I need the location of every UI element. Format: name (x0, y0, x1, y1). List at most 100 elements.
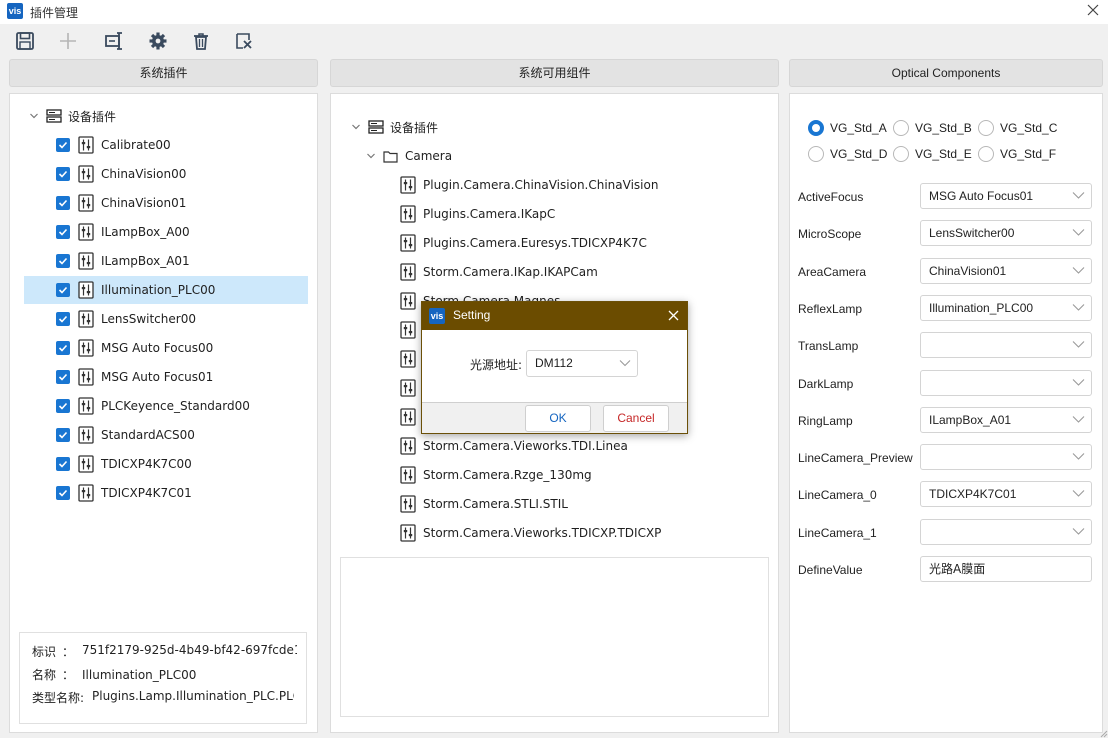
radio-option[interactable]: VG_Std_E (893, 146, 972, 162)
property-label: ActiveFocus (798, 190, 864, 204)
component-item-label: Plugins.Camera.IKapC (423, 207, 556, 221)
radio-button[interactable] (808, 146, 824, 162)
radio-label: VG_Std_F (1000, 147, 1057, 161)
plugin-tree-item[interactable]: MSG Auto Focus01 (56, 363, 213, 391)
middle-tree-root[interactable]: 设备插件 (350, 113, 438, 141)
radio-button[interactable] (808, 120, 824, 136)
component-tree-item[interactable]: Plugins.Camera.IKapC (400, 200, 555, 228)
ok-button[interactable]: OK (525, 405, 591, 432)
clear-button[interactable] (232, 29, 256, 53)
component-tree-item[interactable]: Plugins.Camera.Euresys.TDICXP4K7C (400, 229, 647, 257)
plugin-tree-item[interactable]: ILampBox_A00 (56, 218, 190, 246)
chevron-down-icon (1072, 341, 1085, 348)
component-item-label: Plugin.Camera.ChinaVision.ChinaVision (423, 178, 659, 192)
add-button[interactable] (56, 29, 80, 53)
chevron-down-icon (1072, 304, 1085, 311)
check-icon (58, 373, 68, 381)
checkbox[interactable] (56, 196, 70, 210)
property-select[interactable]: LensSwitcher00 (920, 220, 1092, 247)
component-tree-item[interactable]: Storm.Camera.Vieworks.TDICXP.TDICXP (400, 519, 661, 547)
component-tree-item[interactable]: Plugin.Camera.ChinaVision.ChinaVision (400, 171, 658, 199)
chevron-down-icon[interactable] (365, 150, 377, 162)
radio-button[interactable] (978, 146, 994, 162)
checkbox[interactable] (56, 486, 70, 500)
delete-button[interactable] (189, 29, 213, 53)
plugin-icon (78, 281, 94, 299)
plugin-item-label: PLCKeyence_Standard00 (101, 399, 250, 413)
chevron-down-icon (1072, 266, 1085, 274)
property-select[interactable]: Illumination_PLC00 (920, 294, 1092, 321)
radio-label: VG_Std_A (830, 121, 887, 135)
property-select[interactable] (920, 444, 1092, 471)
property-select[interactable]: MSG Auto Focus01 (920, 183, 1092, 209)
plugin-tree-item[interactable]: Illumination_PLC00 (24, 276, 308, 304)
component-tree-item[interactable] (400, 374, 423, 402)
component-tree-item[interactable] (400, 403, 423, 431)
checkbox[interactable] (56, 225, 70, 239)
component-tree-item[interactable]: Storm.Camera.Vieworks.TDI.Linea (400, 432, 628, 460)
plugin-tree-item[interactable]: MSG Auto Focus00 (56, 334, 213, 362)
plugin-tree-item[interactable]: ChinaVision00 (56, 160, 186, 188)
component-tree-item[interactable] (400, 345, 423, 373)
left-tree-root[interactable]: 设备插件 (28, 102, 116, 130)
checkbox[interactable] (56, 341, 70, 355)
folder-icon (383, 150, 398, 163)
optical-components-header: Optical Components (789, 59, 1103, 87)
plugin-tree-item[interactable]: ChinaVision01 (56, 189, 186, 217)
checkbox[interactable] (56, 457, 70, 471)
checkbox[interactable] (56, 312, 70, 326)
radio-button[interactable] (978, 120, 994, 136)
server-icon (368, 120, 384, 134)
save-button[interactable] (13, 29, 37, 53)
radio-option[interactable]: VG_Std_F (978, 146, 1056, 162)
property-value: TDICXP4K7C01 (929, 487, 1017, 502)
plugin-tree-item[interactable]: StandardACS00 (56, 421, 195, 449)
property-select[interactable] (920, 518, 1092, 545)
checkbox[interactable] (56, 283, 70, 297)
radio-option[interactable]: VG_Std_D (808, 146, 887, 162)
light-address-select[interactable]: DM112 (526, 350, 638, 377)
plugin-item-label: Illumination_PLC00 (101, 283, 216, 297)
property-select[interactable] (920, 332, 1092, 359)
plugin-tree-item[interactable]: PLCKeyence_Standard00 (56, 392, 250, 420)
checkbox[interactable] (56, 399, 70, 413)
edit-button[interactable] (102, 29, 126, 53)
property-select[interactable]: ILampBox_A01 (920, 406, 1092, 433)
plugin-item-label: ILampBox_A00 (101, 225, 190, 239)
camera-folder[interactable]: Camera (365, 142, 452, 170)
app-icon: vis (7, 3, 23, 19)
plugin-tree-item[interactable]: ILampBox_A01 (56, 247, 190, 275)
cancel-button[interactable]: Cancel (603, 405, 669, 432)
property-select[interactable]: TDICXP4K7C01 (920, 481, 1092, 508)
plugin-tree-item[interactable]: TDICXP4K7C01 (56, 479, 192, 507)
checkbox[interactable] (56, 167, 70, 181)
chevron-down-icon (1072, 415, 1085, 423)
radio-option[interactable]: VG_Std_A (808, 120, 887, 136)
resize-grip-icon[interactable] (1098, 728, 1108, 738)
plugin-tree-item[interactable]: Calibrate00 (56, 131, 171, 159)
plugin-tree-item[interactable]: TDICXP4K7C00 (56, 450, 192, 478)
chevron-down-icon[interactable] (350, 121, 362, 133)
checkbox[interactable] (56, 428, 70, 442)
chevron-down-icon (1072, 527, 1085, 535)
dialog-close-button[interactable] (663, 306, 683, 326)
property-select[interactable] (920, 369, 1092, 396)
radio-button[interactable] (893, 120, 909, 136)
chevron-down-icon[interactable] (28, 110, 40, 122)
component-tree-item[interactable]: Storm.Camera.IKap.IKAPCam (400, 258, 598, 286)
settings-button[interactable] (146, 29, 170, 53)
plugin-item-label: ILampBox_A01 (101, 254, 190, 268)
component-tree-item[interactable]: Storm.Camera.STLI.STIL (400, 490, 568, 518)
property-select[interactable]: ChinaVision01 (920, 257, 1092, 284)
component-tree-item[interactable]: Storm.Camera.Rzge_130mg (400, 461, 592, 489)
close-window-button[interactable] (1084, 2, 1102, 20)
radio-button[interactable] (893, 146, 909, 162)
checkbox[interactable] (56, 254, 70, 268)
plugin-tree-item[interactable]: LensSwitcher00 (56, 305, 196, 333)
checkbox[interactable] (56, 370, 70, 384)
define-value-input[interactable]: 光路A膜面 (920, 556, 1092, 582)
radio-option[interactable]: VG_Std_B (893, 120, 972, 136)
component-tree-item[interactable] (400, 316, 423, 344)
checkbox[interactable] (56, 138, 70, 152)
radio-option[interactable]: VG_Std_C (978, 120, 1057, 136)
